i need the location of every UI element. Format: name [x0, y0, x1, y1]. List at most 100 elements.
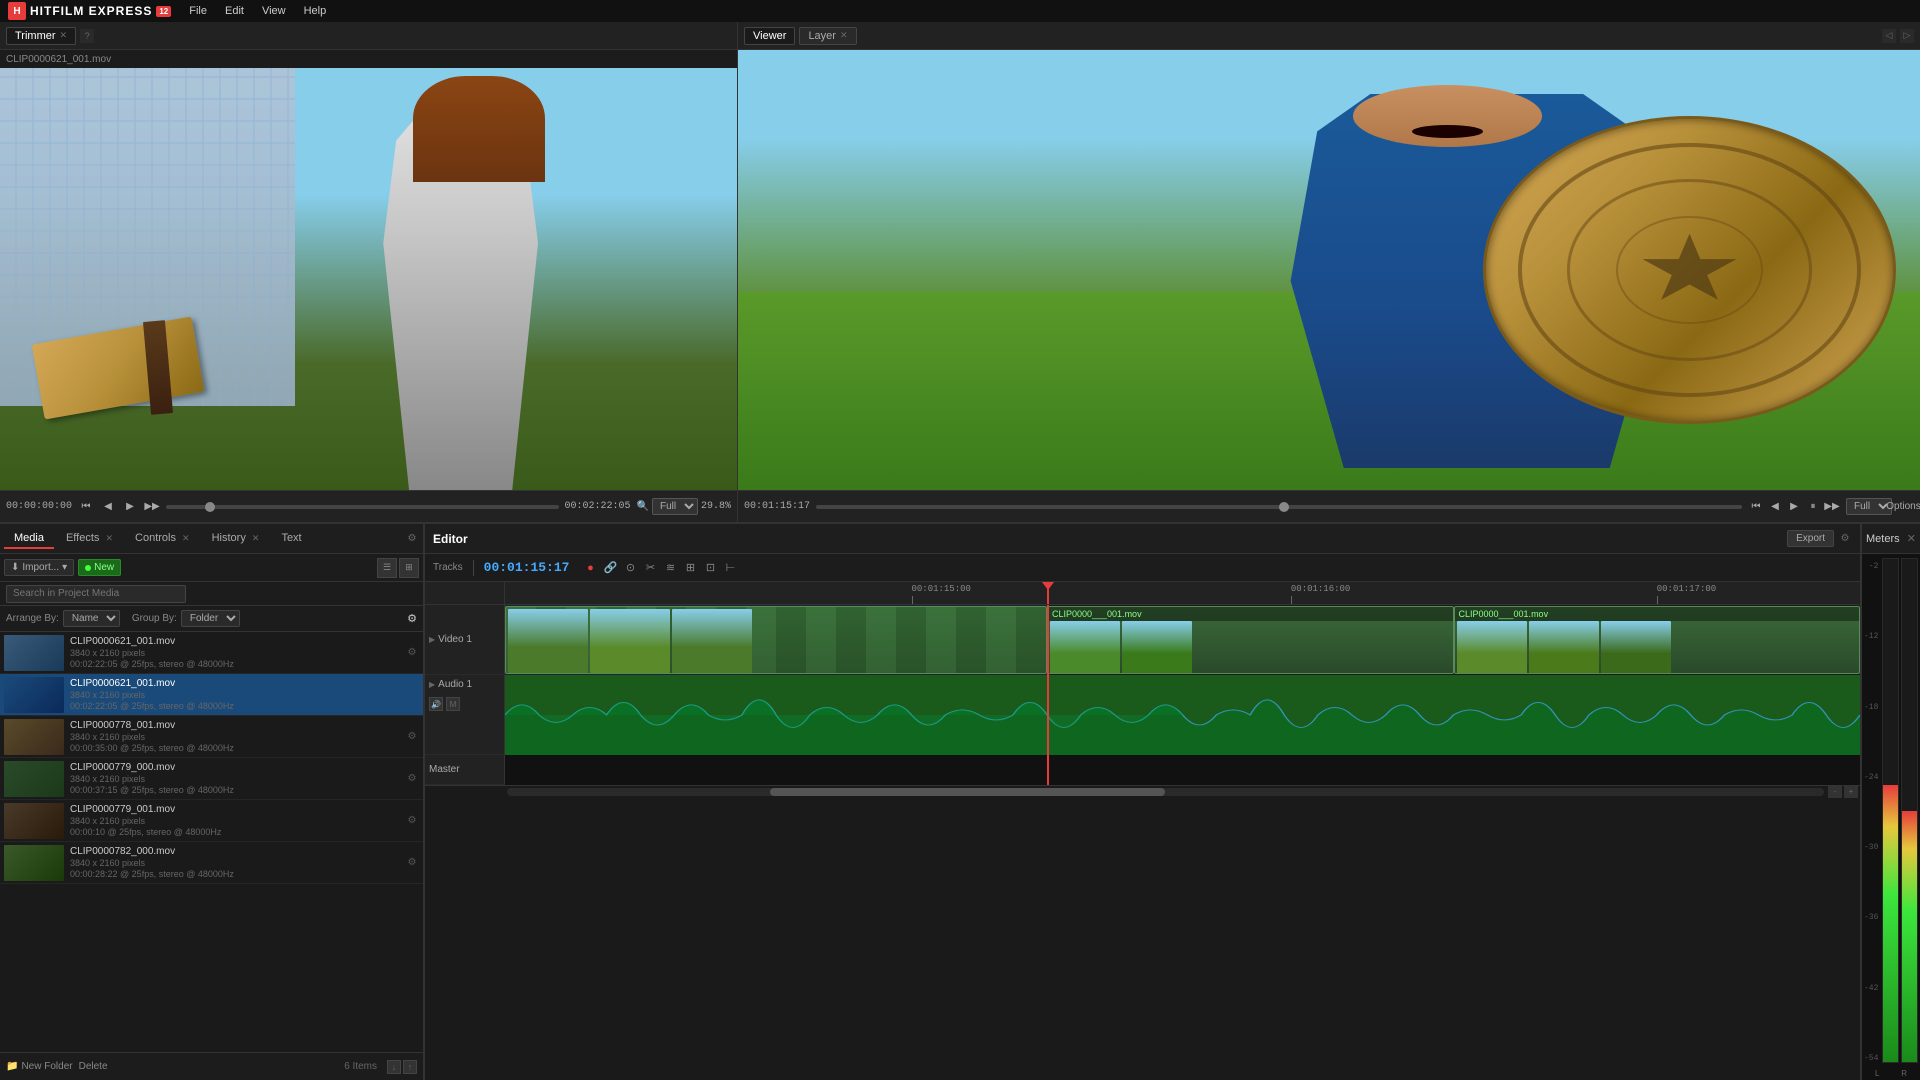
editor-slip-icon[interactable]: ⊡: [701, 559, 719, 577]
editor-split-icon[interactable]: ✂: [641, 559, 659, 577]
media-meta2: 00:00:10 @ 25fps, stereo @ 48000Hz: [70, 827, 399, 837]
import-button[interactable]: ⬇ Import... ▾: [4, 559, 74, 576]
item-settings-icon[interactable]: ⚙: [405, 772, 419, 786]
tab-effects[interactable]: Effects ✕: [56, 529, 123, 549]
list-item[interactable]: CLIP0000779_000.mov 3840 x 2160 pixels 0…: [0, 758, 423, 800]
trimmer-quality-select[interactable]: Full Half: [652, 498, 698, 515]
item-settings-icon[interactable]: ⚙: [405, 856, 419, 870]
editor-roll-icon[interactable]: ⊞: [681, 559, 699, 577]
list-item[interactable]: CLIP0000782_000.mov 3840 x 2160 pixels 0…: [0, 842, 423, 884]
viewer-options-btn[interactable]: Options▾: [1898, 499, 1914, 515]
trimmer-help-icon[interactable]: ?: [80, 29, 94, 43]
viewer-next-frame-btn[interactable]: ▶▶: [1824, 499, 1840, 515]
new-folder-button[interactable]: 📁 New Folder: [6, 1061, 73, 1072]
item-settings-icon[interactable]: ⚙: [405, 814, 419, 828]
tab-viewer[interactable]: Viewer: [744, 27, 795, 45]
menu-file[interactable]: File: [181, 3, 215, 19]
viewer-prev-frame-btn[interactable]: ◀: [1767, 499, 1783, 515]
zoom-in-btn[interactable]: +: [1844, 786, 1858, 798]
audio-track-content[interactable]: [505, 675, 1860, 755]
trimmer-skip-start-btn[interactable]: ⏮: [78, 499, 94, 515]
export-button[interactable]: Export: [1787, 530, 1834, 547]
list-item[interactable]: CLIP0000621_001.mov 3840 x 2160 pixels 0…: [0, 632, 423, 674]
tab-trimmer[interactable]: Trimmer ✕: [6, 27, 76, 45]
clip-block-3[interactable]: CLIP0000___001.mov: [1454, 606, 1861, 674]
delete-button[interactable]: Delete: [79, 1061, 108, 1072]
grid-view-btn[interactable]: ⊞: [399, 558, 419, 578]
tab-media[interactable]: Media: [4, 529, 54, 549]
video-track-content[interactable]: CLIP0000___001.mov: [505, 605, 1860, 675]
meters-close-btn[interactable]: ✕: [1907, 532, 1916, 545]
effects-tab-close[interactable]: ✕: [105, 533, 113, 543]
tab-layer[interactable]: Layer ✕: [799, 27, 856, 45]
editor-slide-icon[interactable]: ⊢: [721, 559, 739, 577]
media-thumb: [4, 635, 64, 671]
trimmer-next-frame-btn[interactable]: ▶▶: [144, 499, 160, 515]
media-thumb: [4, 803, 64, 839]
new-button[interactable]: New: [78, 559, 121, 576]
item-settings-icon[interactable]: ⚙: [405, 646, 419, 660]
trimmer-viewer-area: [0, 68, 737, 490]
trimmer-close-icon[interactable]: ✕: [60, 30, 68, 41]
menu-edit[interactable]: Edit: [217, 3, 252, 19]
tab-history[interactable]: History ✕: [202, 529, 270, 549]
viewer-scrubber-head[interactable]: [1279, 502, 1289, 512]
viewer-quality-select[interactable]: Full Half: [1846, 498, 1892, 515]
ruler-time-3: 00:01:17:00: [1657, 584, 1716, 594]
trimmer-timecode-end: 00:02:22:05: [565, 501, 631, 512]
controls-tab-close[interactable]: ✕: [182, 533, 190, 543]
trimmer-scrubber[interactable]: [166, 505, 559, 509]
meter-scale-neg24: -24: [1864, 773, 1878, 782]
viewer-play-btn[interactable]: ▶: [1786, 499, 1802, 515]
audio-speaker-icon[interactable]: 🔊: [429, 697, 443, 711]
track-expand-icon[interactable]: ▶: [429, 635, 435, 644]
list-item[interactable]: CLIP0000621_001.mov 3840 x 2160 pixels 0…: [0, 674, 423, 716]
timeline-up-icon[interactable]: ↑: [403, 1060, 417, 1074]
layer-tab-close-icon[interactable]: ✕: [840, 30, 848, 41]
trimmer-prev-frame-btn[interactable]: ◀: [100, 499, 116, 515]
zoom-out-btn[interactable]: -: [1828, 786, 1842, 798]
editor-record-icon[interactable]: ●: [581, 559, 599, 577]
list-item[interactable]: CLIP0000779_001.mov 3840 x 2160 pixels 0…: [0, 800, 423, 842]
viewer-tabs: Viewer Layer ✕: [744, 27, 857, 45]
audio-track-expand-icon[interactable]: ▶: [429, 680, 435, 689]
timeline-scrollbar[interactable]: - +: [425, 785, 1860, 797]
items-count: 6 Items: [344, 1061, 377, 1072]
media-info: CLIP0000621_001.mov 3840 x 2160 pixels 0…: [70, 678, 419, 711]
menu-help[interactable]: Help: [296, 3, 335, 19]
meter-scale-neg54: -54: [1864, 1054, 1878, 1063]
timeline-down-icon[interactable]: ↓: [387, 1060, 401, 1074]
history-tab-close[interactable]: ✕: [252, 533, 260, 543]
viewer-skip-start-btn[interactable]: ⏮: [1748, 499, 1764, 515]
editor-ripple-icon[interactable]: ≋: [661, 559, 679, 577]
menu-view[interactable]: View: [254, 3, 294, 19]
editor-panel-settings-icon[interactable]: ⚙: [1838, 532, 1852, 546]
panel-settings-icon[interactable]: ⚙: [405, 532, 419, 546]
media-name: CLIP0000779_001.mov: [70, 804, 399, 815]
trimmer-scrubber-head[interactable]: [205, 502, 215, 512]
list-item[interactable]: CLIP0000778_001.mov 3840 x 2160 pixels 0…: [0, 716, 423, 758]
search-input[interactable]: [6, 585, 186, 603]
clip-block-2[interactable]: CLIP0000___001.mov: [1047, 606, 1454, 674]
horizontal-scrollbar[interactable]: [507, 788, 1824, 796]
media-settings-icon[interactable]: ⚙: [407, 612, 417, 625]
list-view-btn[interactable]: ☰: [377, 558, 397, 578]
item-settings-icon[interactable]: ⚙: [405, 730, 419, 744]
viewer-triangle-right-icon[interactable]: ▷: [1900, 29, 1914, 43]
clip-block-1[interactable]: [505, 606, 1047, 674]
tab-controls[interactable]: Controls ✕: [125, 529, 200, 549]
tab-text[interactable]: Text: [271, 529, 311, 549]
viewer-pause-btn[interactable]: ⏸: [1805, 499, 1821, 515]
viewer-triangle-left-icon[interactable]: ◁: [1882, 29, 1896, 43]
viewer-scrubber[interactable]: [816, 505, 1742, 509]
main-layout: Trimmer ✕ ? CLIP0000621_001.mov: [0, 22, 1920, 1080]
arrange-by-select[interactable]: Name Date: [63, 610, 120, 627]
media-meta2: 00:00:28:22 @ 25fps, stereo @ 48000Hz: [70, 869, 399, 879]
timeline-area: 00:01:15:00 00:01:16:00 00:01:17:00: [425, 582, 1860, 1080]
group-by-select[interactable]: Folder None: [181, 610, 240, 627]
editor-magnet-icon[interactable]: ⊙: [621, 559, 639, 577]
audio-mute-icon[interactable]: M: [446, 697, 460, 711]
scrollbar-thumb[interactable]: [770, 788, 1165, 796]
trimmer-play-btn[interactable]: ▶: [122, 499, 138, 515]
editor-snap-icon[interactable]: 🔗: [601, 559, 619, 577]
